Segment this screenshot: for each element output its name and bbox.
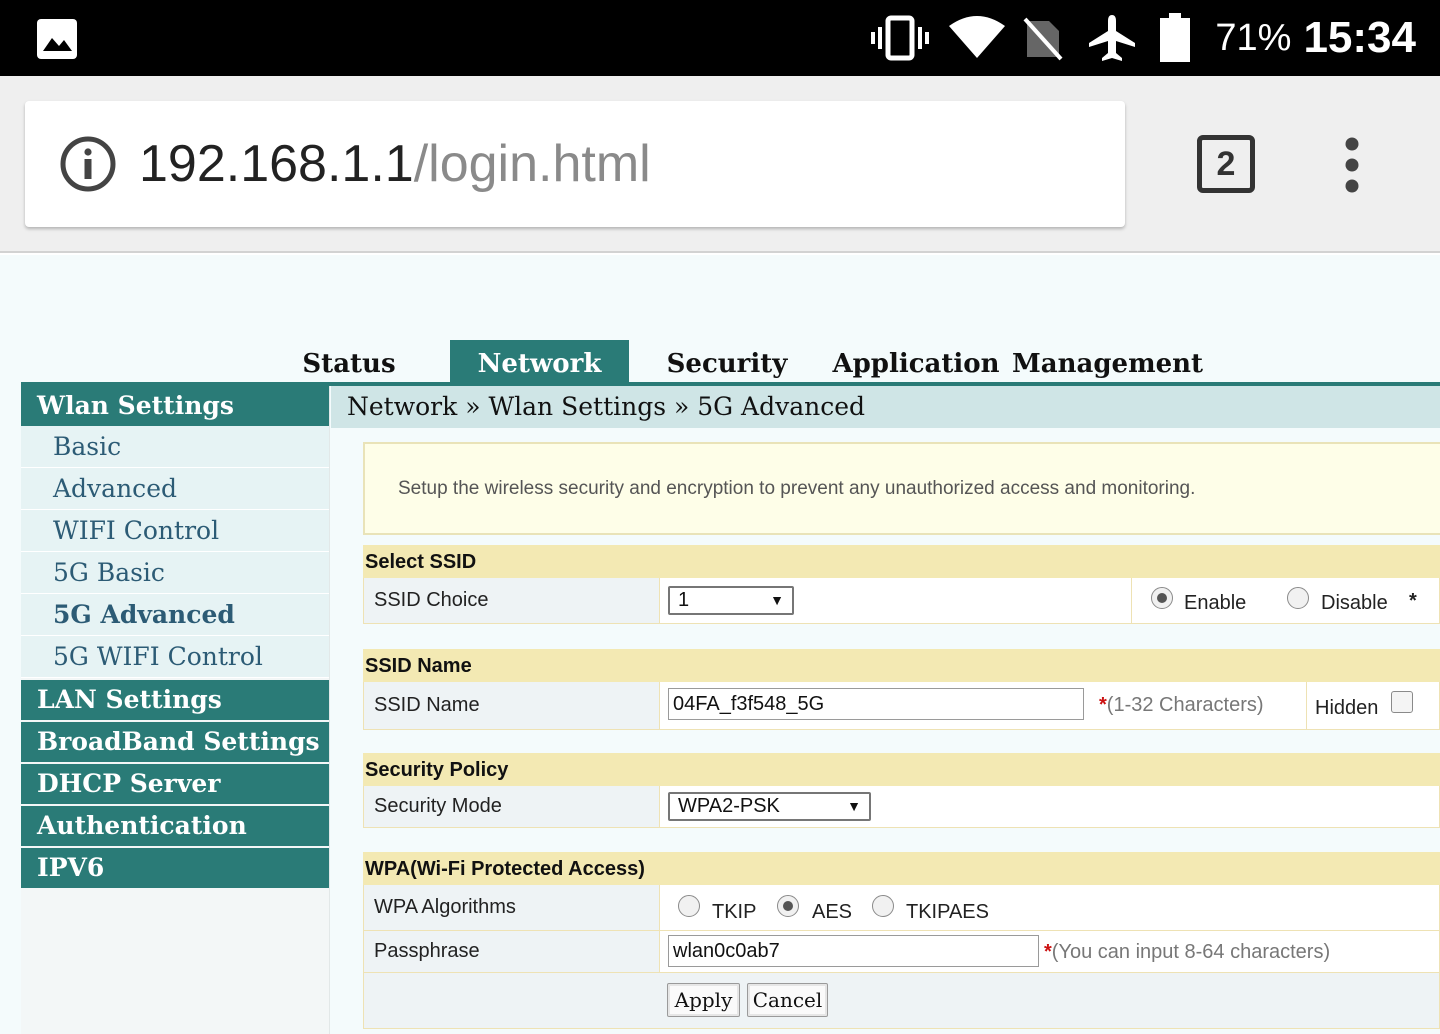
tkipaes-label: TKIPAES [906, 901, 989, 923]
sidebar-item-wifi-control[interactable]: WIFI Control [21, 510, 329, 552]
row-ssid-name: SSID Name 04FA_f3f548_5G *(1-32 Characte… [363, 682, 1440, 730]
ssid-name-input[interactable]: 04FA_f3f548_5G [668, 688, 1084, 720]
required-marker: * [1099, 694, 1107, 716]
gallery-icon [37, 19, 77, 59]
ssid-choice-value: 1 [678, 589, 690, 611]
tab-application[interactable]: Application [830, 340, 1002, 382]
no-sim-icon [1023, 17, 1063, 61]
tab-status[interactable]: Status [289, 340, 409, 382]
sidebar-group-wlan-settings[interactable]: Wlan Settings [21, 386, 329, 426]
wifi-icon [949, 16, 1006, 58]
tab-count: 2 [1216, 144, 1236, 183]
battery-percent: 71% [1215, 16, 1292, 59]
clock: 15:34 [1303, 13, 1416, 62]
row-ssid-choice: SSID Choice 1 ▼ Enable Disable * [363, 578, 1440, 624]
sidebar-item-5g-advanced[interactable]: 5G Advanced [21, 594, 329, 636]
dropdown-arrow-icon: ▼ [847, 798, 861, 814]
url-text[interactable]: 192.168.1.1/login.html [139, 131, 651, 197]
airplane-icon [1089, 15, 1136, 61]
section-wpa: WPA(Wi-Fi Protected Access) [363, 852, 1440, 885]
section-select-ssid: Select SSID [363, 545, 1440, 578]
router-admin-page: Status Network Security Application Mana… [0, 255, 1440, 1034]
aes-label: AES [812, 901, 853, 923]
sidebar-group-broadband-settings[interactable]: BroadBand Settings [21, 722, 329, 762]
enable-radio[interactable] [1151, 587, 1173, 609]
info-notice: Setup the wireless security and encrypti… [363, 442, 1440, 535]
dropdown-arrow-icon: ▼ [770, 592, 784, 608]
battery-icon [1160, 13, 1191, 62]
vibrate-icon [871, 15, 930, 61]
apply-button[interactable]: Apply [667, 983, 740, 1017]
tab-security[interactable]: Security [652, 340, 802, 382]
ssid-name-hint: *(1-32 Characters) [1099, 694, 1264, 717]
tkip-radio[interactable] [678, 895, 700, 917]
sidebar-group-lan-settings[interactable]: LAN Settings [21, 680, 329, 720]
tkip-label: TKIP [712, 901, 757, 923]
cancel-button[interactable]: Cancel [747, 983, 828, 1017]
ssid-name-label: SSID Name [364, 682, 660, 729]
passphrase-label: Passphrase [364, 931, 660, 972]
wpa-algorithms-label: WPA Algorithms [364, 885, 660, 930]
enable-label: Enable [1184, 592, 1247, 614]
sidebar-wlan-submenu: Basic Advanced WIFI Control 5G Basic 5G … [21, 426, 329, 678]
sidebar-item-5g-wifi-control[interactable]: 5G WIFI Control [21, 636, 329, 678]
address-bar[interactable]: 192.168.1.1/login.html [25, 101, 1125, 227]
ssid-name-hint-text: (1-32 Characters) [1106, 694, 1264, 716]
required-marker: * [1044, 941, 1052, 963]
sidebar: Wlan Settings Basic Advanced WIFI Contro… [21, 386, 330, 1034]
passphrase-input[interactable]: wlan0c0ab7 [668, 935, 1039, 967]
hidden-label: Hidden [1315, 697, 1379, 719]
ssid-choice-select[interactable]: 1 ▼ [668, 586, 794, 615]
hidden-checkbox[interactable] [1391, 691, 1413, 713]
passphrase-hint-text: (You can input 8-64 characters) [1051, 941, 1331, 963]
security-mode-label: Security Mode [364, 786, 660, 827]
section-security-policy: Security Policy [363, 753, 1440, 786]
sidebar-group-dhcp-server[interactable]: DHCP Server [21, 764, 329, 804]
required-marker: * [1409, 590, 1417, 612]
sidebar-item-5g-basic[interactable]: 5G Basic [21, 552, 329, 594]
sidebar-group-authentication[interactable]: Authentication [21, 806, 329, 846]
info-icon[interactable] [59, 135, 117, 193]
disable-label: Disable [1321, 592, 1388, 614]
section-ssid-name: SSID Name [363, 649, 1440, 682]
sidebar-item-basic[interactable]: Basic [21, 426, 329, 468]
tab-network[interactable]: Network [450, 340, 629, 382]
status-bar: 71% 15:34 [0, 0, 1440, 76]
sidebar-group-ipv6[interactable]: IPV6 [21, 848, 329, 888]
passphrase-hint: *(You can input 8-64 characters) [1044, 941, 1330, 964]
row-security-mode: Security Mode WPA2-PSK ▼ [363, 786, 1440, 828]
overflow-menu-icon[interactable] [1340, 136, 1364, 194]
tkipaes-radio[interactable] [872, 895, 894, 917]
row-wpa-algorithms: WPA Algorithms TKIP AES TKIPAES [363, 885, 1440, 931]
column-divider [1306, 682, 1307, 729]
disable-radio[interactable] [1287, 587, 1309, 609]
security-mode-value: WPA2-PSK [678, 795, 780, 817]
url-path: /login.html [413, 135, 651, 193]
sidebar-item-advanced[interactable]: Advanced [21, 468, 329, 510]
url-host: 192.168.1.1 [139, 135, 414, 193]
ssid-choice-label: SSID Choice [364, 578, 660, 623]
aes-radio[interactable] [777, 895, 799, 917]
row-actions: Apply Cancel [363, 973, 1440, 1029]
breadcrumb: Network » Wlan Settings » 5G Advanced [331, 386, 1440, 428]
browser-toolbar: 192.168.1.1/login.html 2 [0, 76, 1440, 253]
tab-management[interactable]: Management [1012, 340, 1203, 382]
column-divider [1131, 578, 1132, 623]
security-mode-select[interactable]: WPA2-PSK ▼ [668, 792, 871, 821]
tab-switcher-button[interactable]: 2 [1197, 135, 1255, 193]
top-navigation: Status Network Security Application Mana… [0, 340, 1440, 382]
row-passphrase: Passphrase wlan0c0ab7 *(You can input 8-… [363, 931, 1440, 973]
